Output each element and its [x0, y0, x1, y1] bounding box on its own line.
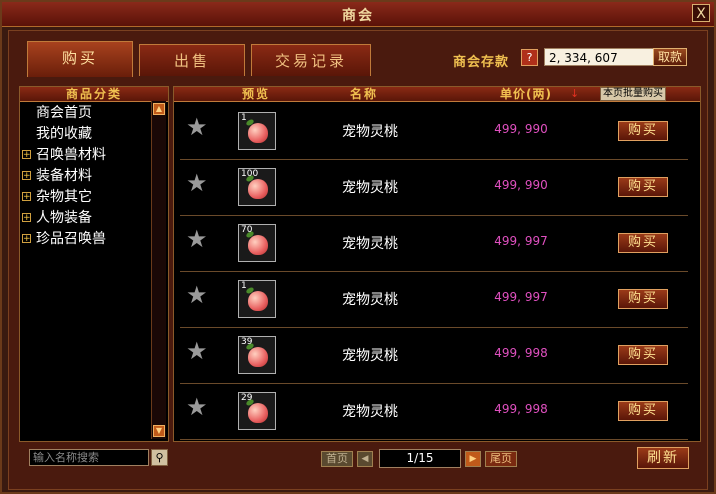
category-label: 杂物其它	[36, 189, 92, 205]
peach-icon	[248, 235, 268, 255]
header-preview: 预览	[242, 87, 271, 101]
item-thumbnail[interactable]: 1	[238, 280, 276, 318]
header-name: 名称	[350, 87, 379, 101]
peach-icon	[248, 123, 268, 143]
scroll-down-icon[interactable]: ▼	[153, 425, 165, 437]
refresh-button[interactable]: 刷新	[637, 447, 689, 469]
category-scrollbar[interactable]: ▲ ▼	[151, 101, 166, 439]
last-page-button[interactable]: 尾页	[485, 451, 517, 467]
category-label: 我的收藏	[36, 126, 92, 142]
batch-buy-button[interactable]: 本页批量购买	[600, 87, 666, 101]
item-price: 499, 997	[494, 290, 548, 304]
window-title: 商会	[342, 8, 374, 24]
buy-button[interactable]: 购买	[618, 177, 668, 197]
favorite-star-icon[interactable]: ★	[186, 171, 208, 195]
item-price: 499, 997	[494, 234, 548, 248]
item-row: ★ 100 宠物灵桃 499, 990 购买	[180, 159, 688, 216]
item-row: ★ 29 宠物灵桃 499, 998 购买	[180, 383, 688, 440]
peach-icon	[248, 179, 268, 199]
item-quantity: 100	[241, 169, 259, 179]
peach-icon	[248, 291, 268, 311]
tab-buy[interactable]: 购买	[27, 41, 133, 77]
item-name: 宠物灵桃	[342, 180, 398, 196]
close-button[interactable]: X	[692, 4, 710, 22]
item-thumbnail[interactable]: 29	[238, 392, 276, 430]
category-header: 商品分类	[20, 87, 168, 102]
item-row: ★ 39 宠物灵桃 499, 998 购买	[180, 327, 688, 384]
balance-label: 商会存款	[453, 55, 510, 70]
expand-plus-icon[interactable]: +	[22, 213, 31, 223]
item-price: 499, 990	[494, 178, 548, 192]
tab-trade-history[interactable]: 交易记录	[251, 44, 371, 76]
help-icon[interactable]: ?	[521, 49, 538, 66]
buy-button[interactable]: 购买	[618, 345, 668, 365]
buy-button[interactable]: 购买	[618, 121, 668, 141]
item-quantity: 1	[241, 281, 247, 291]
favorite-star-icon[interactable]: ★	[186, 339, 208, 363]
page-indicator[interactable]: 1/15	[379, 449, 461, 468]
item-name: 宠物灵桃	[342, 236, 398, 252]
scroll-up-icon[interactable]: ▲	[153, 103, 165, 115]
expand-plus-icon[interactable]: +	[22, 234, 31, 244]
trade-window: 商会 X 购买 出售 交易记录 商会存款 ? 2, 334, 607 取款 商品…	[0, 0, 716, 494]
item-thumbnail[interactable]: 1	[238, 112, 276, 150]
balance-value: 2, 334, 607	[544, 48, 654, 66]
favorite-star-icon[interactable]: ★	[186, 227, 208, 251]
sort-desc-icon[interactable]: ↓	[570, 87, 579, 101]
buy-button[interactable]: 购买	[618, 401, 668, 421]
category-label: 商会首页	[36, 105, 92, 121]
item-thumbnail[interactable]: 70	[238, 224, 276, 262]
buy-button[interactable]: 购买	[618, 233, 668, 253]
item-name: 宠物灵桃	[342, 124, 398, 140]
category-label: 人物装备	[36, 210, 92, 226]
title-bar: 商会 X	[2, 2, 714, 27]
favorite-star-icon[interactable]: ★	[186, 395, 208, 419]
peach-icon	[248, 403, 268, 423]
next-page-icon[interactable]: ▶	[465, 451, 481, 467]
item-row: ★ 1 宠物灵桃 499, 990 购买	[180, 103, 688, 160]
expand-plus-icon[interactable]: +	[22, 171, 31, 181]
peach-icon	[248, 347, 268, 367]
expand-plus-icon[interactable]: +	[22, 192, 31, 202]
item-price: 499, 998	[494, 346, 548, 360]
window-body: 购买 出售 交易记录 商会存款 ? 2, 334, 607 取款 商品分类 商会…	[8, 30, 708, 490]
category-label: 召唤兽材料	[36, 147, 106, 163]
item-price: 499, 990	[494, 122, 548, 136]
header-price[interactable]: 单价(两)	[500, 87, 552, 101]
category-label: 装备材料	[36, 168, 92, 184]
item-thumbnail[interactable]: 39	[238, 336, 276, 374]
category-label: 珍品召唤兽	[36, 231, 106, 247]
item-quantity: 39	[241, 337, 253, 347]
item-quantity: 1	[241, 113, 247, 123]
item-row: ★ 1 宠物灵桃 499, 997 购买	[180, 271, 688, 328]
search-input[interactable]: 输入名称搜索	[29, 449, 149, 466]
category-panel: 商品分类 商会首页我的收藏 + 召唤兽材料 + 装备材料 + 杂物其它 + 人物装备 + 珍品召唤兽…	[19, 86, 169, 442]
item-name: 宠物灵桃	[342, 348, 398, 364]
item-list-panel: 预览 名称 单价(两) ↓ 本页批量购买 ★ 1 宠物灵桃 499, 990 购买 ★ 10…	[173, 86, 701, 442]
item-name: 宠物灵桃	[342, 292, 398, 308]
prev-page-icon[interactable]: ◀	[357, 451, 373, 467]
buy-button[interactable]: 购买	[618, 289, 668, 309]
favorite-star-icon[interactable]: ★	[186, 115, 208, 139]
favorite-star-icon[interactable]: ★	[186, 283, 208, 307]
item-price: 499, 998	[494, 402, 548, 416]
first-page-button[interactable]: 首页	[321, 451, 353, 467]
item-quantity: 29	[241, 393, 253, 403]
tab-sell[interactable]: 出售	[139, 44, 245, 76]
category-header-title: 商品分类	[66, 87, 123, 101]
item-name: 宠物灵桃	[342, 404, 398, 420]
withdraw-button[interactable]: 取款	[653, 48, 687, 66]
expand-plus-icon[interactable]: +	[22, 150, 31, 160]
search-icon[interactable]: ⚲	[151, 449, 168, 466]
item-row: ★ 70 宠物灵桃 499, 997 购买	[180, 215, 688, 272]
item-thumbnail[interactable]: 100	[238, 168, 276, 206]
item-quantity: 70	[241, 225, 253, 235]
item-list-header: 预览 名称 单价(两) ↓ 本页批量购买	[174, 87, 700, 102]
